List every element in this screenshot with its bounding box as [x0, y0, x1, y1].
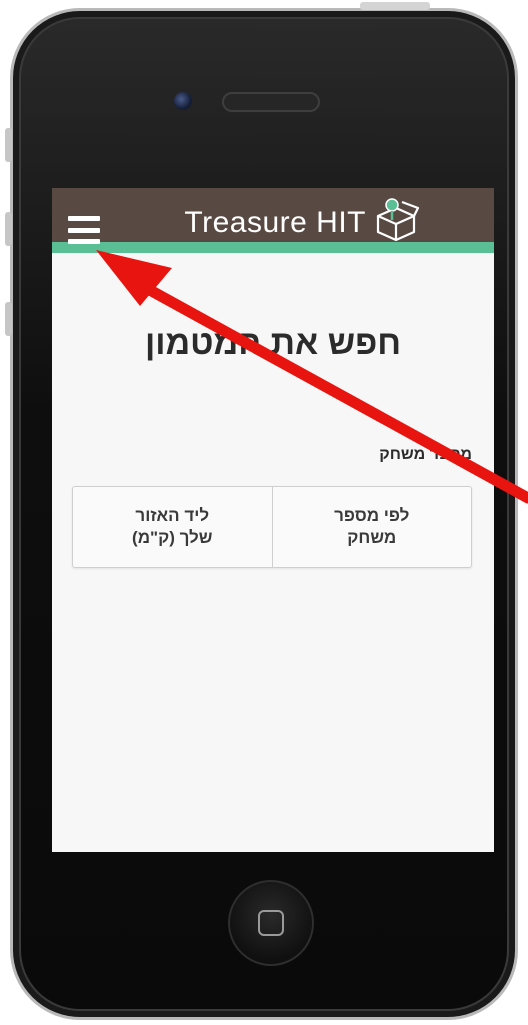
menu-bar	[68, 227, 100, 233]
home-square-icon	[258, 910, 284, 936]
page-title: חפש את המטמון	[144, 324, 402, 362]
nearby-area-button[interactable]: ליד האזור שלך (ק"מ)	[73, 487, 272, 567]
hamburger-menu-icon[interactable]	[68, 216, 100, 244]
header-accent-stripe	[52, 242, 494, 253]
earpiece-speaker	[222, 92, 320, 112]
search-options-group: ליד האזור שלך (ק"מ) לפי מספר משחק	[72, 486, 472, 568]
power-button	[360, 2, 430, 10]
front-camera	[174, 92, 192, 110]
menu-bar	[68, 216, 100, 221]
by-game-number-button[interactable]: לפי מספר משחק	[271, 487, 472, 567]
section-label: מספר משחק	[379, 446, 472, 463]
app-title: Treasure HIT	[184, 206, 366, 239]
menu-bar	[68, 239, 100, 244]
volume-down-button	[5, 302, 12, 336]
volume-up-button	[5, 212, 12, 246]
mute-switch	[5, 128, 12, 162]
app-screen: Treasure HIT חפש את המטמון מספר משחק ליד…	[52, 188, 494, 852]
treasure-box-icon	[376, 198, 420, 242]
